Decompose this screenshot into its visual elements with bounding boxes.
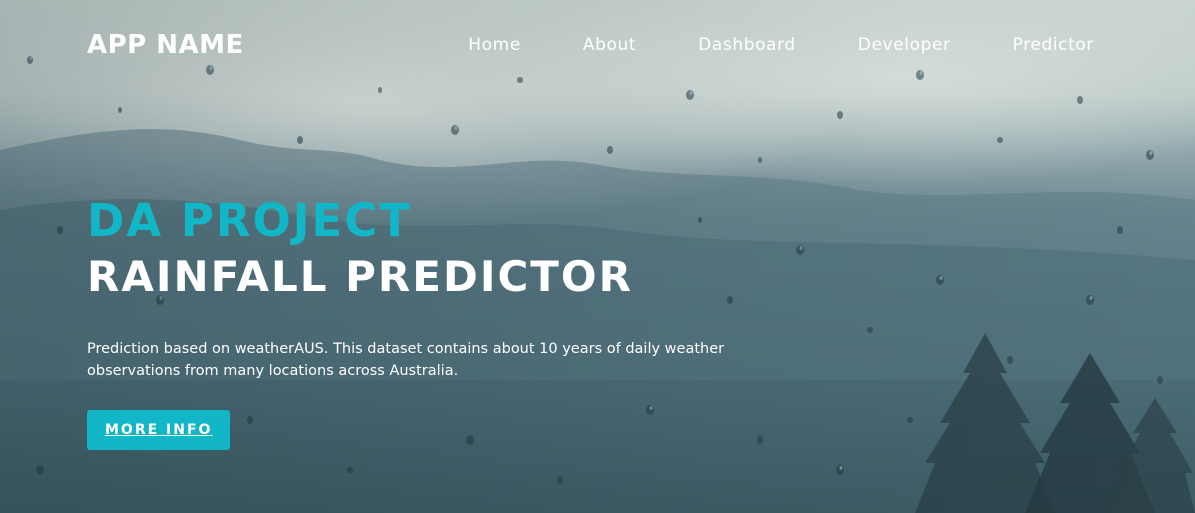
nav-link-about[interactable]: About xyxy=(583,35,636,55)
top-navbar: APP NAME Home About Dashboard Developer … xyxy=(87,28,1094,62)
nav-link-predictor[interactable]: Predictor xyxy=(1013,35,1094,55)
hero-section: APP NAME Home About Dashboard Developer … xyxy=(0,0,1195,513)
more-info-button[interactable]: MORE INFO xyxy=(87,410,231,450)
nav-menu: Home About Dashboard Developer Predictor xyxy=(468,35,1094,55)
app-logo-text[interactable]: APP NAME xyxy=(87,30,244,60)
hero-title-main: RAINFALL PREDICTOR xyxy=(87,252,633,301)
nav-link-developer[interactable]: Developer xyxy=(858,35,951,55)
nav-link-home[interactable]: Home xyxy=(468,35,521,55)
nav-link-dashboard[interactable]: Dashboard xyxy=(698,35,796,55)
hero-description: Prediction based on weatherAUS. This dat… xyxy=(87,341,725,379)
hero-title-accent: DA PROJECT xyxy=(87,194,412,247)
hero-content: DA PROJECT RAINFALL PREDICTOR Prediction… xyxy=(87,194,747,450)
